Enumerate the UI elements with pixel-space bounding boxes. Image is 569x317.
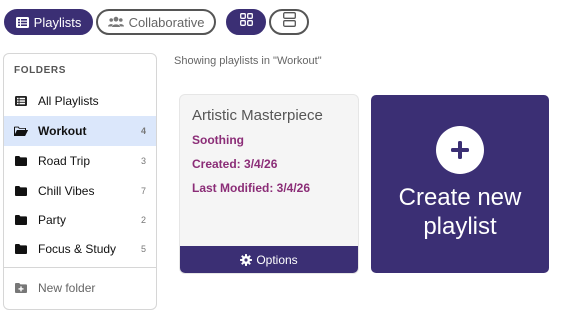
grid-icon [239,13,253,31]
folder-icon [14,186,28,196]
new-folder-label: New folder [38,281,96,295]
sidebar-item-label: Road Trip [38,154,91,168]
grid-view-button[interactable] [226,9,266,35]
playlist-card[interactable]: Artistic Masterpiece Soothing Created: 3… [180,95,358,273]
create-playlist-line1: Create new [398,184,522,211]
playlist-title: Artistic Masterpiece [192,107,323,124]
options-label: Options [256,252,298,267]
sidebar-divider [4,267,156,268]
sidebar-item-party[interactable]: Party 2 [4,205,156,235]
list-view-button[interactable] [269,9,309,35]
create-playlist-line2: playlist [423,213,497,240]
folder-icon [14,215,28,225]
top-toolbar: Playlists Collaborative [4,9,564,35]
folder-count: 3 [140,156,146,166]
playlist-options-button[interactable]: Options [180,246,358,273]
tab-playlists-label: Playlists [33,14,82,30]
sidebar-item-chill-vibes[interactable]: Chill Vibes 7 [4,176,156,206]
sidebar-item-workout[interactable]: Workout 4 [4,116,156,146]
tab-playlists[interactable]: Playlists [4,9,93,35]
folder-icon [14,244,28,254]
tab-collaborative-label: Collaborative [128,14,205,30]
sidebar-title: FOLDERS [14,65,66,76]
tab-collaborative[interactable]: Collaborative [96,9,216,35]
sidebar-item-road-trip[interactable]: Road Trip 3 [4,146,156,176]
sidebar-item-label: Focus & Study [38,242,117,256]
create-playlist-label: Create new playlist [371,183,549,241]
rows-icon [282,12,296,32]
list-icon [15,16,29,28]
gear-icon [240,253,253,266]
sidebar-item-label: Chill Vibes [38,184,95,198]
folder-count: 2 [140,215,146,225]
plus-icon [436,126,484,174]
folder-plus-icon [14,283,28,293]
folder-icon [14,156,28,166]
folder-count: 7 [140,186,146,196]
playlist-modified: Last Modified: 3/4/26 [192,181,311,195]
showing-caption: Showing playlists in "Workout" [174,55,322,67]
folders-sidebar: FOLDERS All Playlists Workout 4 Road Tri… [3,53,157,310]
new-folder-button[interactable]: New folder [4,273,156,303]
sidebar-item-all-playlists[interactable]: All Playlists [4,86,156,116]
playlist-created: Created: 3/4/26 [192,157,278,171]
playlist-mood: Soothing [192,133,244,147]
sidebar-item-focus-study[interactable]: Focus & Study 5 [4,234,156,264]
folder-count: 5 [140,244,146,254]
folder-open-icon [14,126,28,137]
create-playlist-card[interactable]: Create new playlist [371,95,549,273]
sidebar-item-label: All Playlists [38,94,99,108]
sidebar-item-label: Workout [38,124,87,138]
users-icon [107,16,124,28]
sidebar-item-label: Party [38,213,67,227]
folder-count: 4 [140,126,146,136]
list-icon [14,96,28,106]
